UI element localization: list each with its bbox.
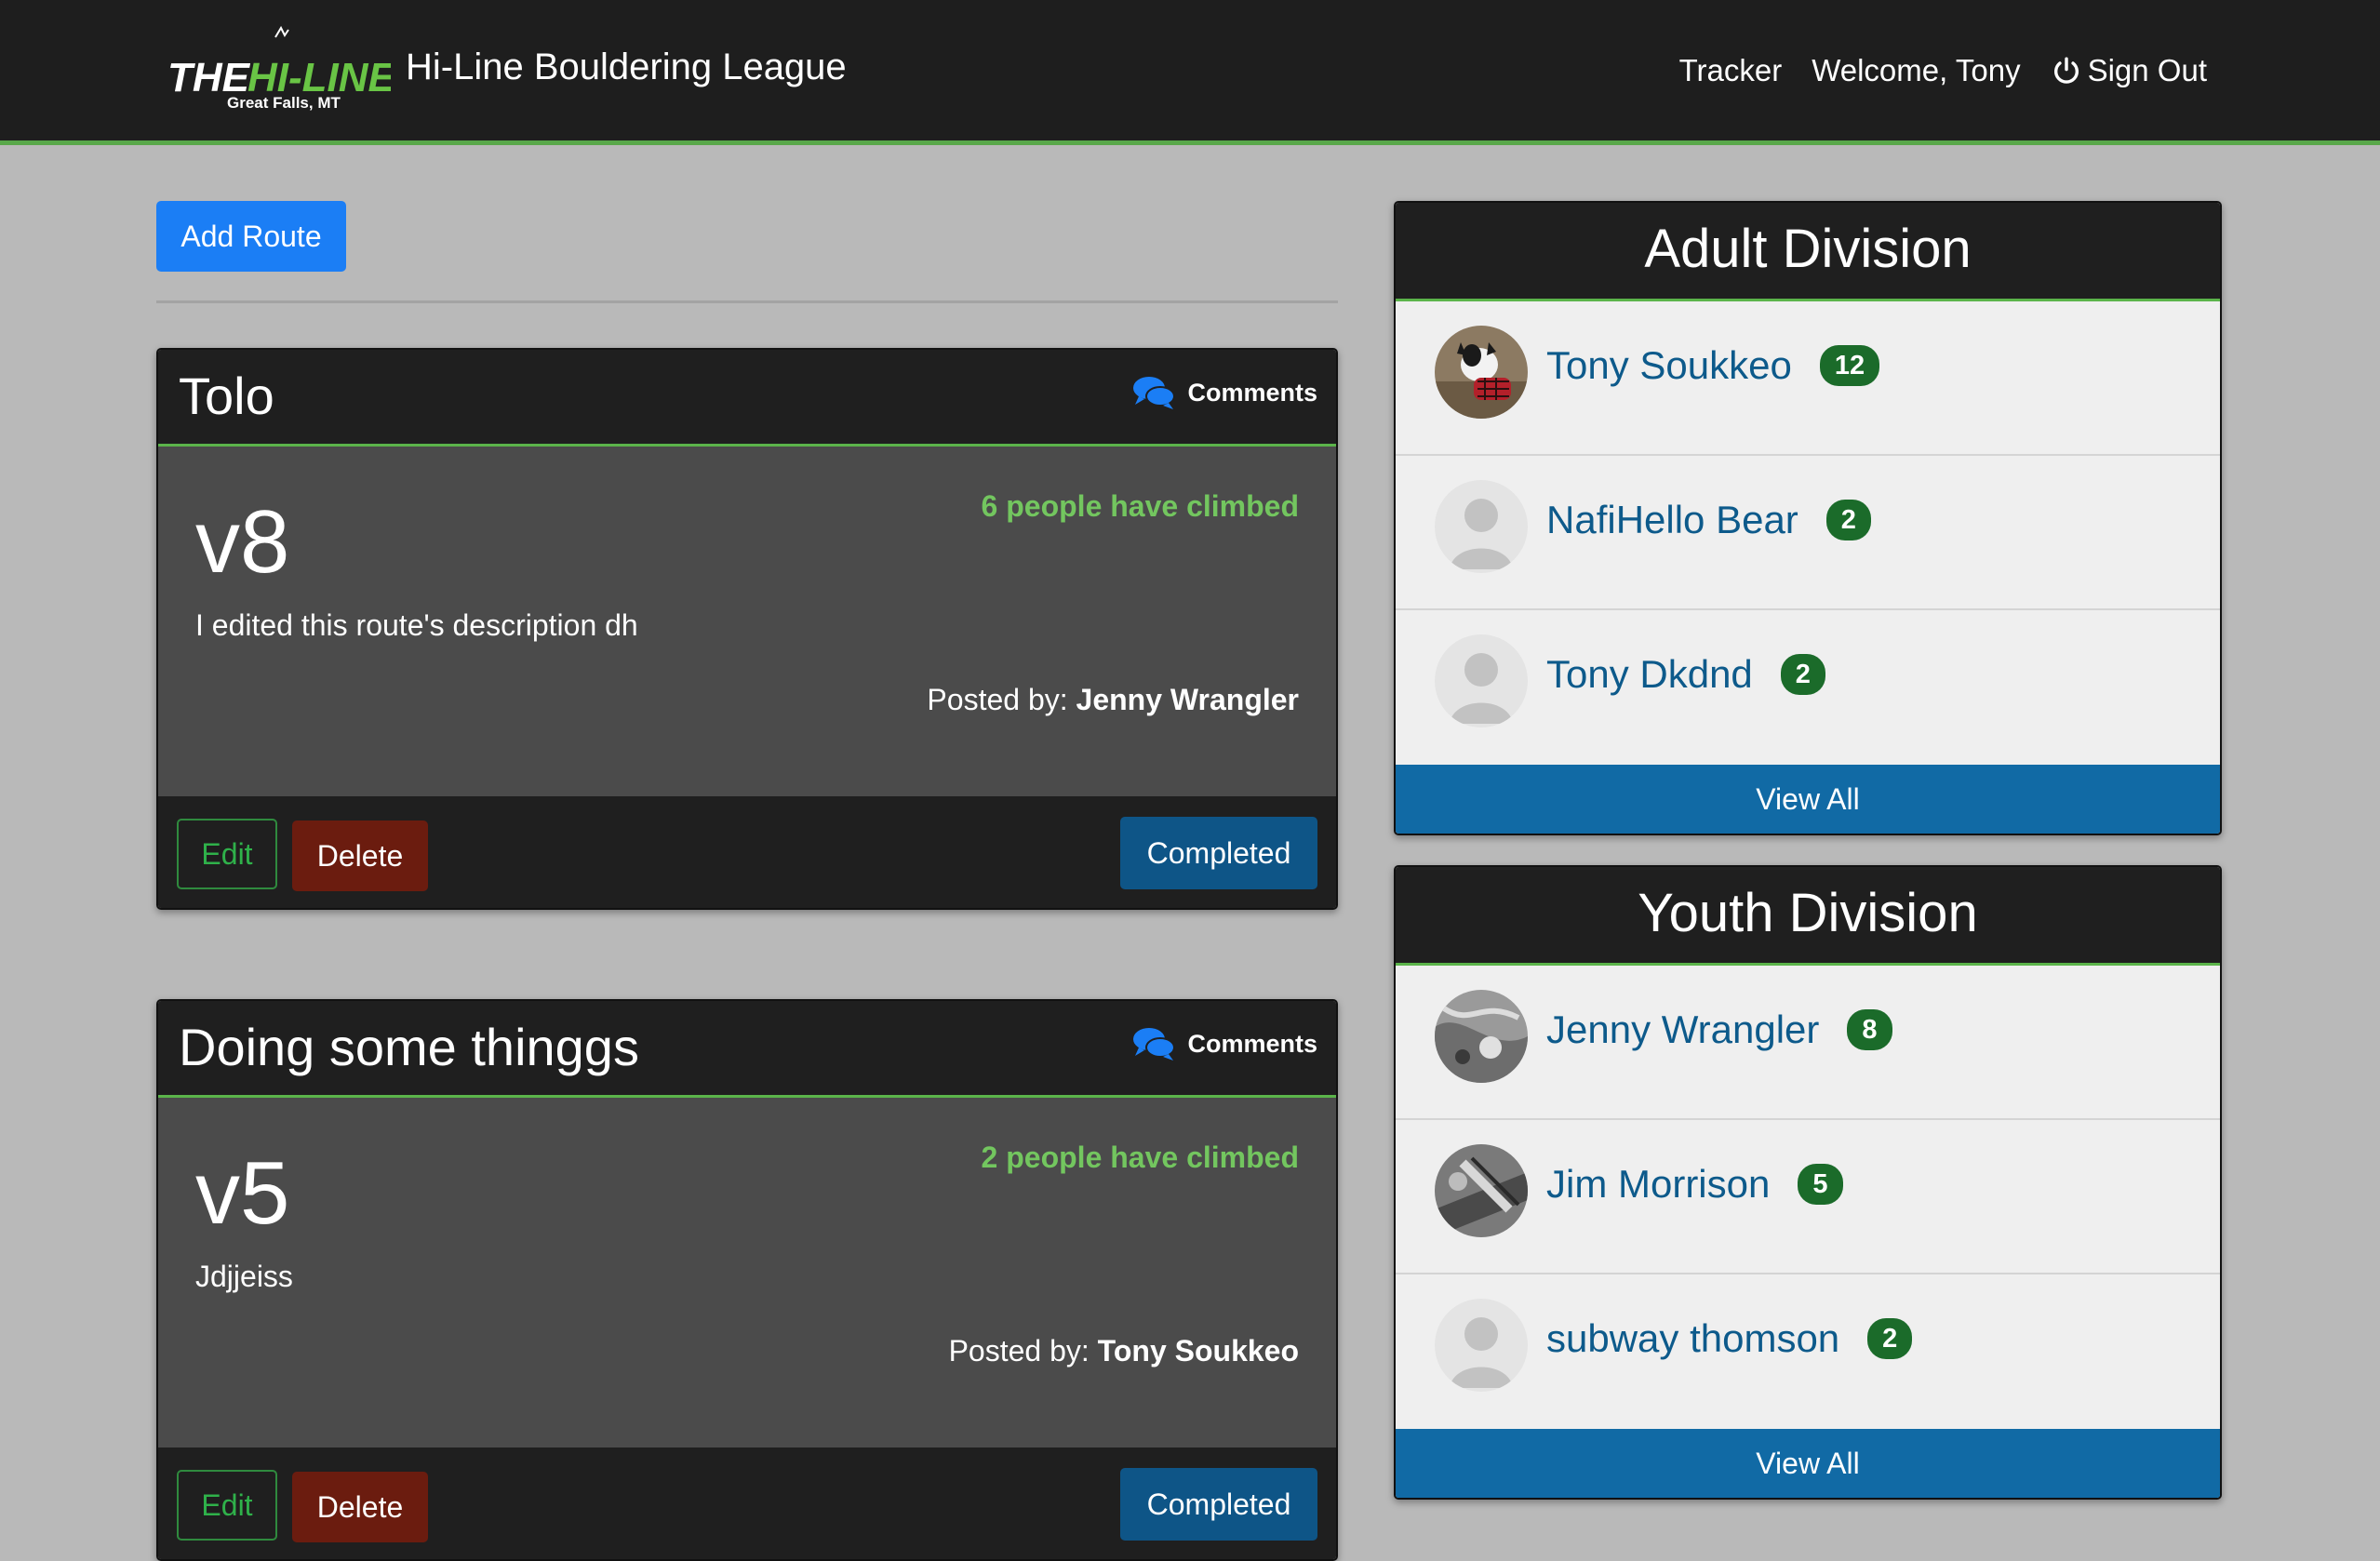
nav-links: Tracker Welcome, Tony Sign Out bbox=[1679, 48, 2207, 93]
leader-name: Jenny Wrangler bbox=[1546, 1007, 1820, 1051]
view-all-button[interactable]: View All bbox=[1396, 765, 2220, 834]
posted-by-label: Posted by: bbox=[948, 1334, 1090, 1368]
route-card: Tolo Comments v8 6 people have climbed I… bbox=[156, 348, 1338, 910]
leader-name-link[interactable]: Tony Dkdnd 2 bbox=[1546, 647, 1825, 701]
leader-row[interactable]: Tony Dkdnd 2 bbox=[1396, 610, 2220, 765]
posted-by-name: Jenny Wrangler bbox=[1076, 683, 1299, 716]
avatar[interactable] bbox=[1435, 1144, 1528, 1237]
avatar[interactable] bbox=[1435, 990, 1528, 1083]
leader-name-link[interactable]: NafiHello Bear 2 bbox=[1546, 493, 1871, 547]
youth-division-panel: Youth Division Jenny Wrangler 8 Jim Morr… bbox=[1394, 865, 2222, 1500]
score-badge: 2 bbox=[1867, 1318, 1913, 1359]
leader-name: Tony Soukkeo bbox=[1546, 343, 1792, 387]
edit-button[interactable]: Edit bbox=[177, 1470, 277, 1541]
route-grade: v5 bbox=[195, 1143, 290, 1243]
leader-name: subway thomson bbox=[1546, 1316, 1840, 1360]
nav-welcome-link[interactable]: Welcome, Tony bbox=[1812, 48, 2020, 93]
comments-link[interactable]: Comments bbox=[1131, 374, 1317, 411]
avatar[interactable] bbox=[1435, 326, 1528, 419]
sign-out-label: Sign Out bbox=[2087, 53, 2207, 87]
comments-label: Comments bbox=[1187, 378, 1317, 407]
posted-by-label: Posted by: bbox=[927, 683, 1068, 716]
score-badge: 12 bbox=[1819, 345, 1880, 386]
completed-button[interactable]: Completed bbox=[1120, 817, 1317, 889]
leader-name: Jim Morrison bbox=[1546, 1162, 1771, 1206]
view-all-button[interactable]: View All bbox=[1396, 1429, 2220, 1498]
posted-by: Posted by: Jenny Wrangler bbox=[927, 683, 1299, 717]
adult-division-panel: Adult Division Tony Soukkeo 12 NafiHello… bbox=[1394, 201, 2222, 835]
comments-icon bbox=[1133, 1028, 1176, 1061]
route-description: I edited this route's description dh bbox=[195, 608, 638, 642]
leader-name-link[interactable]: Jenny Wrangler 8 bbox=[1546, 1003, 1892, 1057]
route-card: Doing some thinggs Comments v5 2 people … bbox=[156, 999, 1338, 1561]
delete-button[interactable]: Delete bbox=[292, 821, 428, 891]
default-user-avatar-icon[interactable] bbox=[1435, 480, 1528, 573]
leader-name-link[interactable]: Tony Soukkeo 12 bbox=[1546, 339, 1880, 393]
leader-row[interactable]: Jim Morrison 5 bbox=[1396, 1120, 2220, 1274]
site-title[interactable]: Hi-Line Bouldering League bbox=[406, 43, 847, 91]
leader-name-link[interactable]: subway thomson 2 bbox=[1546, 1312, 1913, 1366]
route-body: v5 2 people have climbed Jdjjeiss Posted… bbox=[158, 1098, 1336, 1448]
route-grade: v8 bbox=[195, 492, 290, 592]
leader-name-link[interactable]: Jim Morrison 5 bbox=[1546, 1157, 1843, 1211]
sign-out-link[interactable]: Sign Out bbox=[2051, 48, 2207, 93]
power-icon bbox=[2053, 57, 2079, 84]
leader-name: Tony Dkdnd bbox=[1546, 652, 1753, 696]
route-body: v8 6 people have climbed I edited this r… bbox=[158, 447, 1336, 796]
default-user-avatar-icon[interactable] bbox=[1435, 634, 1528, 727]
site-logo[interactable]: THE HI-LINE Great Falls, MT bbox=[164, 20, 397, 113]
leader-row[interactable]: subway thomson 2 bbox=[1396, 1274, 2220, 1429]
edit-button[interactable]: Edit bbox=[177, 819, 277, 889]
comments-icon bbox=[1133, 377, 1176, 409]
divider bbox=[156, 300, 1338, 303]
navbar: THE HI-LINE Great Falls, MT Hi-Line Boul… bbox=[0, 0, 2380, 145]
route-footer: Edit Delete Completed bbox=[158, 796, 1336, 908]
route-description: Jdjjeiss bbox=[195, 1260, 293, 1293]
leader-row[interactable]: Tony Soukkeo 12 bbox=[1396, 301, 2220, 456]
completed-button[interactable]: Completed bbox=[1120, 1468, 1317, 1541]
route-footer: Edit Delete Completed bbox=[158, 1448, 1336, 1559]
route-name: Doing some thinggs bbox=[179, 1018, 639, 1076]
default-user-avatar-icon[interactable] bbox=[1435, 1299, 1528, 1392]
score-badge: 2 bbox=[1825, 500, 1871, 540]
climbed-count: 6 people have climbed bbox=[981, 489, 1299, 523]
comments-link[interactable]: Comments bbox=[1131, 1025, 1317, 1062]
score-badge: 8 bbox=[1847, 1009, 1892, 1050]
add-route-button[interactable]: Add Route bbox=[156, 201, 346, 272]
climbed-count: 2 people have climbed bbox=[981, 1141, 1299, 1174]
leader-row[interactable]: Jenny Wrangler 8 bbox=[1396, 966, 2220, 1120]
leader-name: NafiHello Bear bbox=[1546, 498, 1798, 541]
division-title: Adult Division bbox=[1396, 203, 2220, 301]
route-header: Tolo Comments bbox=[158, 350, 1336, 447]
nav-tracker-link[interactable]: Tracker bbox=[1679, 48, 1783, 93]
leader-row[interactable]: NafiHello Bear 2 bbox=[1396, 456, 2220, 610]
posted-by-name: Tony Soukkeo bbox=[1097, 1334, 1299, 1368]
delete-button[interactable]: Delete bbox=[292, 1472, 428, 1542]
division-title: Youth Division bbox=[1396, 867, 2220, 966]
posted-by: Posted by: Tony Soukkeo bbox=[949, 1334, 1299, 1368]
score-badge: 2 bbox=[1780, 654, 1825, 695]
svg-text:Great Falls, MT: Great Falls, MT bbox=[227, 94, 341, 112]
comments-label: Comments bbox=[1187, 1029, 1317, 1058]
score-badge: 5 bbox=[1798, 1164, 1843, 1205]
route-header: Doing some thinggs Comments bbox=[158, 1001, 1336, 1098]
route-name: Tolo bbox=[179, 367, 274, 425]
